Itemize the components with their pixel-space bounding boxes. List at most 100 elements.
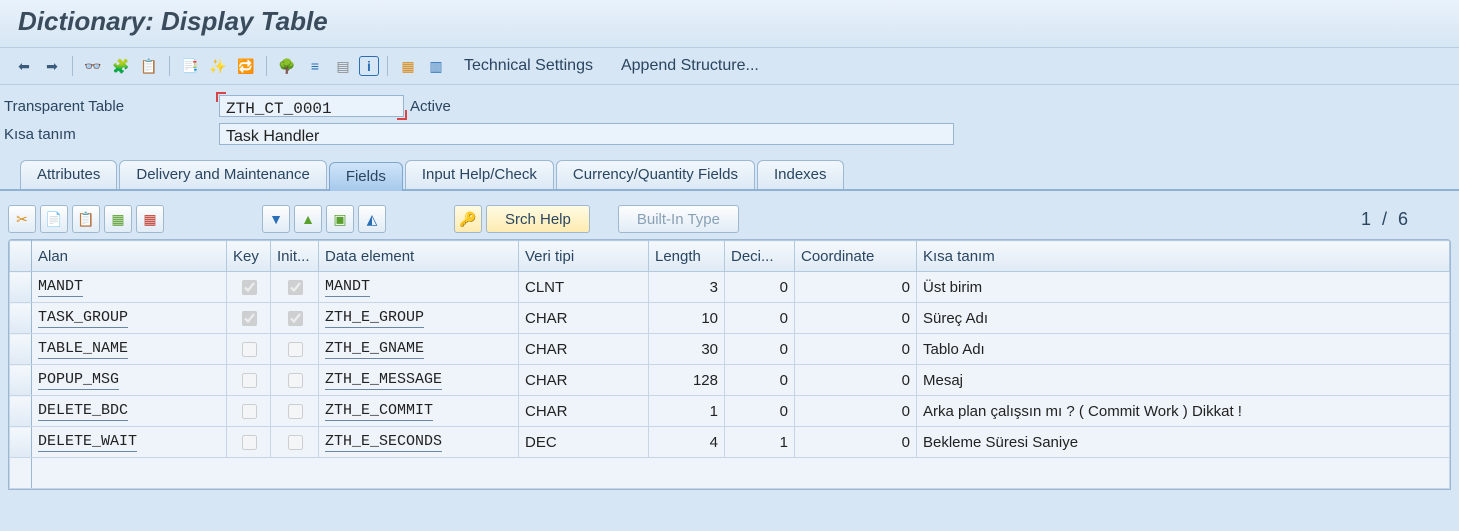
copy-icon[interactable]: 📄 xyxy=(40,205,68,233)
col-length[interactable]: Length xyxy=(649,241,725,272)
table-row[interactable]: MANDTMANDTCLNT300Üst birim xyxy=(10,272,1450,303)
cell-key[interactable] xyxy=(227,334,271,365)
tab-indexes[interactable]: Indexes xyxy=(757,160,844,189)
cell-description: Mesaj xyxy=(917,365,1450,396)
search-help-button[interactable]: Srch Help xyxy=(486,205,590,233)
cell-data-element[interactable]: ZTH_E_GNAME xyxy=(319,334,519,365)
paste-icon[interactable]: 📋 xyxy=(72,205,100,233)
wand-icon[interactable]: ✨ xyxy=(206,54,230,78)
list-icon[interactable]: ▤ xyxy=(331,54,355,78)
align-icon[interactable]: ≡ xyxy=(303,54,327,78)
cell-length: 4 xyxy=(649,427,725,458)
table-row[interactable]: TABLE_NAMEZTH_E_GNAMECHAR3000Tablo Adı xyxy=(10,334,1450,365)
cut-icon[interactable]: ✂ xyxy=(8,205,36,233)
col-coordinate[interactable]: Coordinate xyxy=(795,241,917,272)
cell-key[interactable] xyxy=(227,272,271,303)
col-selector[interactable] xyxy=(10,241,32,272)
cell-veri-tipi: CHAR xyxy=(519,396,649,427)
delete-row-icon[interactable]: ▦ xyxy=(136,205,164,233)
col-init[interactable]: Init... xyxy=(271,241,319,272)
cell-description: Süreç Adı xyxy=(917,303,1450,334)
cell-description: Üst birim xyxy=(917,272,1450,303)
forward-icon[interactable]: ➡ xyxy=(40,54,64,78)
cell-decimals: 1 xyxy=(725,427,795,458)
select-all-icon[interactable]: ▣ xyxy=(326,205,354,233)
technical-settings-button[interactable]: Technical Settings xyxy=(452,57,605,75)
col-decimals[interactable]: Deci... xyxy=(725,241,795,272)
key-icon[interactable]: 🔑 xyxy=(454,205,482,233)
cell-init[interactable] xyxy=(271,365,319,396)
fields-grid: Alan Key Init... Data element Veri tipi … xyxy=(8,239,1451,490)
cell-decimals: 0 xyxy=(725,272,795,303)
cell-data-element[interactable]: ZTH_E_COMMIT xyxy=(319,396,519,427)
col-short-desc[interactable]: Kısa tanım xyxy=(917,241,1450,272)
cell-init[interactable] xyxy=(271,303,319,334)
back-icon[interactable]: ⬅ xyxy=(12,54,36,78)
cell-coordinate: 0 xyxy=(795,396,917,427)
cell-data-element[interactable]: ZTH_E_MESSAGE xyxy=(319,365,519,396)
cell-decimals: 0 xyxy=(725,334,795,365)
where-used-icon[interactable]: 🔁 xyxy=(234,54,258,78)
tab-attributes[interactable]: Attributes xyxy=(20,160,117,189)
cell-coordinate: 0 xyxy=(795,334,917,365)
tab-currency[interactable]: Currency/Quantity Fields xyxy=(556,160,755,189)
append-structure-button[interactable]: Append Structure... xyxy=(609,57,771,75)
header-area: Transparent Table ZTH_CT_0001 Active Kıs… xyxy=(0,85,1459,159)
col-data-element[interactable]: Data element xyxy=(319,241,519,272)
tab-fields[interactable]: Fields xyxy=(329,162,403,191)
cell-veri-tipi: CHAR xyxy=(519,334,649,365)
row-selector[interactable] xyxy=(10,272,32,303)
col-veri-tipi[interactable]: Veri tipi xyxy=(519,241,649,272)
row-selector[interactable] xyxy=(10,303,32,334)
cell-init[interactable] xyxy=(271,396,319,427)
table-row[interactable]: TASK_GROUPZTH_E_GROUPCHAR1000Süreç Adı xyxy=(10,303,1450,334)
cell-data-element[interactable]: MANDT xyxy=(319,272,519,303)
cell-alan[interactable]: DELETE_BDC xyxy=(32,396,227,427)
cell-init[interactable] xyxy=(271,272,319,303)
cell-alan[interactable]: TABLE_NAME xyxy=(32,334,227,365)
collapse-icon[interactable]: ▲ xyxy=(294,205,322,233)
display-toggle-icon[interactable]: 👓 xyxy=(81,54,105,78)
graphic-icon[interactable]: ▦ xyxy=(396,54,420,78)
cell-data-element[interactable]: ZTH_E_SECONDS xyxy=(319,427,519,458)
hierarchy-icon[interactable]: 🌳 xyxy=(275,54,299,78)
cell-key[interactable] xyxy=(227,365,271,396)
table-row[interactable]: POPUP_MSGZTH_E_MESSAGECHAR12800Mesaj xyxy=(10,365,1450,396)
tab-delivery[interactable]: Delivery and Maintenance xyxy=(119,160,326,189)
activate-icon[interactable]: 📑 xyxy=(178,54,202,78)
table-row[interactable]: DELETE_WAITZTH_E_SECONDSDEC410Bekleme Sü… xyxy=(10,427,1450,458)
cell-key[interactable] xyxy=(227,303,271,334)
tab-input-help[interactable]: Input Help/Check xyxy=(405,160,554,189)
insert-row-icon[interactable]: ▦ xyxy=(104,205,132,233)
table-row[interactable]: DELETE_BDCZTH_E_COMMITCHAR100Arka plan ç… xyxy=(10,396,1450,427)
cell-key[interactable] xyxy=(227,396,271,427)
cell-init[interactable] xyxy=(271,427,319,458)
deselect-icon[interactable]: ◭ xyxy=(358,205,386,233)
cell-alan[interactable]: MANDT xyxy=(32,272,227,303)
check-icon[interactable]: 📋 xyxy=(137,54,161,78)
table-name-field[interactable]: ZTH_CT_0001 xyxy=(219,95,404,117)
cell-length: 1 xyxy=(649,396,725,427)
expand-icon[interactable]: ▼ xyxy=(262,205,290,233)
other-object-icon[interactable]: 🧩 xyxy=(109,54,133,78)
built-in-type-button[interactable]: Built-In Type xyxy=(618,205,739,233)
cell-alan[interactable]: TASK_GROUP xyxy=(32,303,227,334)
cell-data-element[interactable]: ZTH_E_GROUP xyxy=(319,303,519,334)
cell-coordinate: 0 xyxy=(795,365,917,396)
cell-init[interactable] xyxy=(271,334,319,365)
short-desc-field[interactable]: Task Handler xyxy=(219,123,954,145)
col-key[interactable]: Key xyxy=(227,241,271,272)
contents-icon[interactable]: ▥ xyxy=(424,54,448,78)
row-selector[interactable] xyxy=(10,334,32,365)
cell-alan[interactable]: DELETE_WAIT xyxy=(32,427,227,458)
cell-length: 128 xyxy=(649,365,725,396)
cell-veri-tipi: DEC xyxy=(519,427,649,458)
row-selector[interactable] xyxy=(10,396,32,427)
row-selector[interactable] xyxy=(10,365,32,396)
cell-key[interactable] xyxy=(227,427,271,458)
cell-alan[interactable]: POPUP_MSG xyxy=(32,365,227,396)
table-row[interactable] xyxy=(10,458,1450,489)
row-selector[interactable] xyxy=(10,427,32,458)
info-icon[interactable]: i xyxy=(359,56,379,76)
col-alan[interactable]: Alan xyxy=(32,241,227,272)
